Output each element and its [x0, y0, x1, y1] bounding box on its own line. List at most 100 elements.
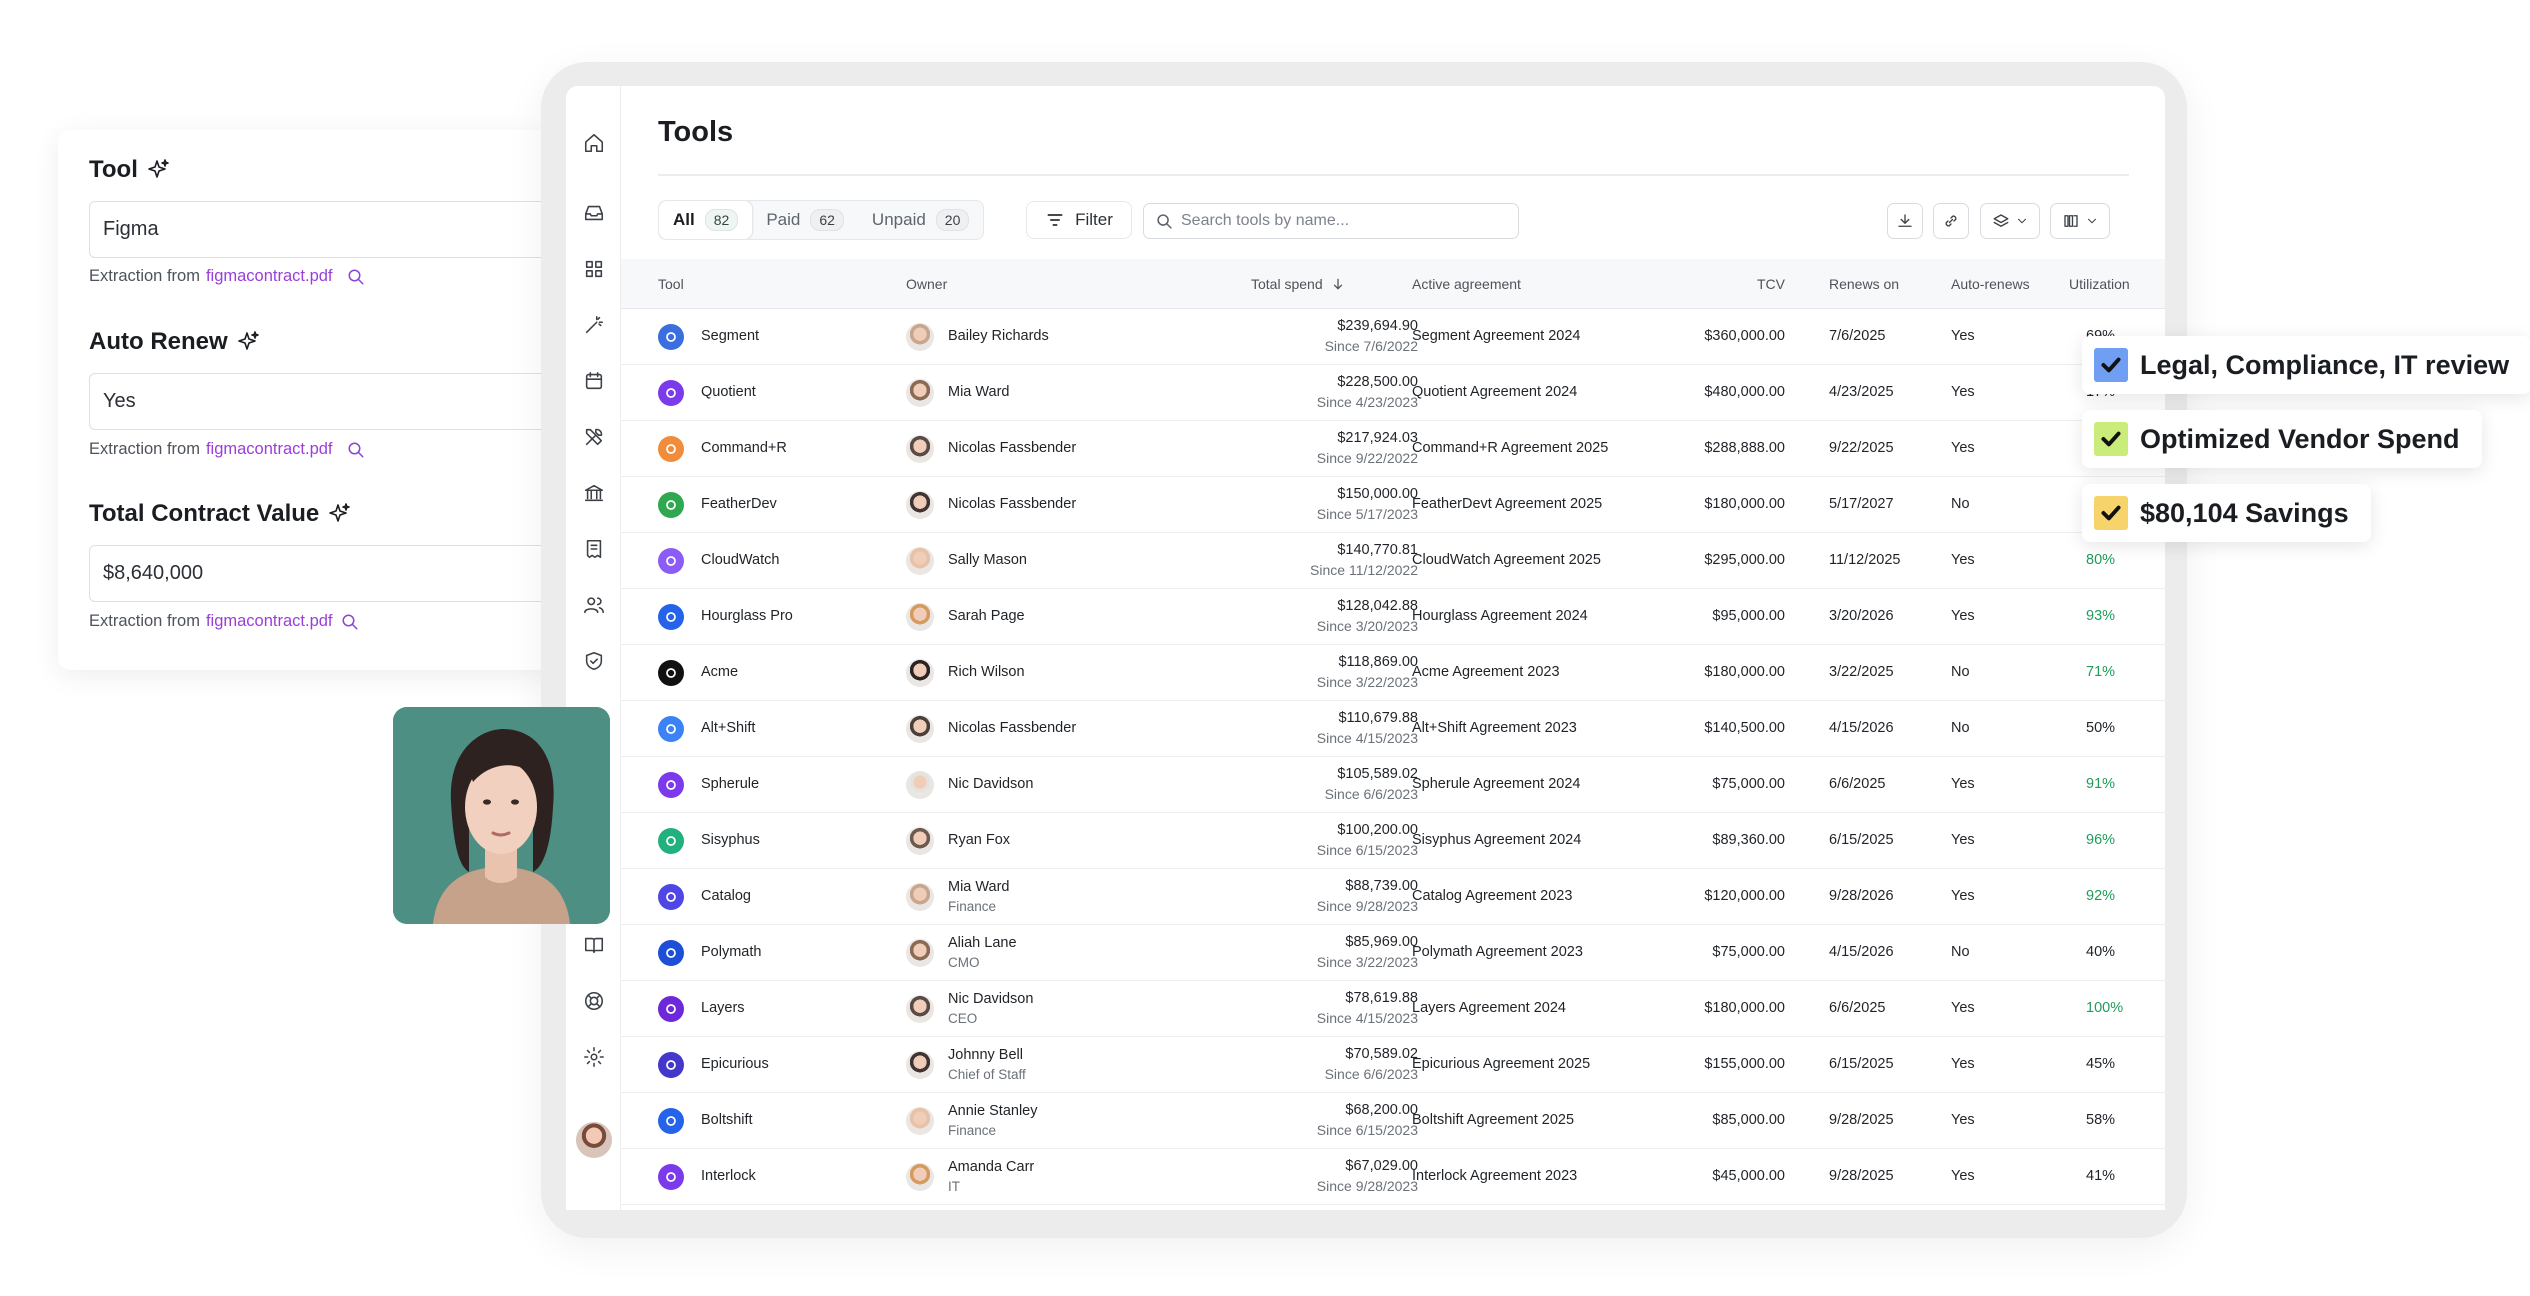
spend-since: Since 6/15/2023 [1316, 1122, 1418, 1138]
renews-on: 4/15/2026 [1829, 944, 1894, 960]
tool-name[interactable]: Command+R [701, 440, 787, 456]
tool-name[interactable]: Acme [701, 664, 738, 680]
table-row[interactable]: Quotient Mia Ward $228,500.00 Since 4/23/20… [621, 365, 2165, 421]
tab-paid[interactable]: Paid 62 [752, 201, 858, 239]
active-agreement[interactable]: Interlock Agreement 2023 [1412, 1168, 1577, 1184]
tab-count: 82 [704, 209, 739, 231]
source-file-link[interactable]: figmacontract.pdf [206, 440, 333, 459]
active-agreement[interactable]: Acme Agreement 2023 [1412, 664, 1560, 680]
active-agreement[interactable]: Sisyphus Agreement 2024 [1412, 832, 1581, 848]
owner-name: Rich Wilson [948, 664, 1025, 680]
search-input[interactable] [1181, 212, 1501, 230]
table-row[interactable]: Alt+Shift Nicolas Fassbender $110,679.88 Si… [621, 701, 2165, 757]
user-avatar[interactable] [576, 1122, 612, 1158]
column-renews-on[interactable]: Renews on [1829, 276, 1899, 292]
help-lifebuoy-icon[interactable] [577, 984, 611, 1018]
magnifier-icon[interactable] [347, 268, 365, 286]
column-active-agreement[interactable]: Active agreement [1412, 276, 1521, 292]
active-agreement[interactable]: Quotient Agreement 2024 [1412, 384, 1577, 400]
spend-since: Since 4/15/2023 [1316, 1010, 1418, 1026]
owner-avatar [906, 1051, 934, 1079]
tab-all[interactable]: All 82 [659, 201, 753, 239]
tools-icon[interactable] [577, 420, 611, 454]
column-owner[interactable]: Owner [906, 276, 947, 292]
filter-button[interactable]: Filter [1026, 201, 1132, 239]
book-icon[interactable] [577, 928, 611, 962]
grid-icon[interactable] [577, 252, 611, 286]
download-button[interactable] [1887, 203, 1923, 239]
auto-renews: Yes [1951, 1056, 1975, 1072]
columns-dropdown-button[interactable] [2050, 203, 2110, 239]
tool-name[interactable]: Boltshift [701, 1112, 753, 1128]
active-agreement[interactable]: Boltshift Agreement 2025 [1412, 1112, 1574, 1128]
active-agreement[interactable]: FeatherDevt Agreement 2025 [1412, 496, 1602, 512]
tool-name[interactable]: Segment [701, 328, 759, 344]
home-icon[interactable] [577, 126, 611, 160]
auto-renew-field-input[interactable]: Yes [89, 373, 549, 430]
tool-name[interactable]: Spherule [701, 776, 759, 792]
table-row[interactable]: Epicurious Johnny Bell Chief of Staff $70,5… [621, 1037, 2165, 1093]
table-row[interactable]: Boltshift Annie Stanley Finance $68,200.00 S… [621, 1093, 2165, 1149]
active-agreement[interactable]: Command+R Agreement 2025 [1412, 440, 1608, 456]
active-agreement[interactable]: Segment Agreement 2024 [1412, 328, 1580, 344]
tool-name[interactable]: Quotient [701, 384, 756, 400]
active-agreement[interactable]: Polymath Agreement 2023 [1412, 944, 1583, 960]
column-total-spend[interactable]: Total spend [1251, 276, 1345, 292]
source-file-link[interactable]: figmacontract.pdf [206, 267, 333, 286]
tool-name[interactable]: Epicurious [701, 1056, 769, 1072]
sparkle-icon [329, 503, 351, 522]
table-row[interactable]: FeatherDev Nicolas Fassbender $150,000.00 S… [621, 477, 2165, 533]
auto-renews: Yes [1951, 1112, 1975, 1128]
tool-field-input[interactable]: Figma [89, 201, 549, 258]
copy-link-button[interactable] [1933, 203, 1969, 239]
column-utilization[interactable]: Utilization [2069, 276, 2130, 292]
active-agreement[interactable]: Epicurious Agreement 2025 [1412, 1056, 1590, 1072]
table-row[interactable]: Segment Bailey Richards $239,694.90 Since 7… [621, 309, 2165, 365]
active-agreement[interactable]: Layers Agreement 2024 [1412, 1000, 1566, 1016]
table-row[interactable]: Layers Nic Davidson CEO $78,619.88 Since 4/1… [621, 981, 2165, 1037]
shield-check-icon[interactable] [577, 644, 611, 678]
tcv-value: $180,000.00 [1704, 1000, 1785, 1016]
active-agreement[interactable]: Catalog Agreement 2023 [1412, 888, 1572, 904]
active-agreement[interactable]: CloudWatch Agreement 2025 [1412, 552, 1601, 568]
table-row[interactable]: Catalog Mia Ward Finance $88,739.00 Since 9/… [621, 869, 2165, 925]
table-row[interactable]: CloudWatch Sally Mason $140,770.81 Since 11… [621, 533, 2165, 589]
magnifier-icon[interactable] [347, 441, 365, 459]
table-row[interactable]: Command+R Nicolas Fassbender $217,924.03 Si… [621, 421, 2165, 477]
column-auto-renews[interactable]: Auto-renews [1951, 276, 2030, 292]
tool-name[interactable]: Alt+Shift [701, 720, 755, 736]
owner-name: Nicolas Fassbender [948, 440, 1077, 456]
table-row[interactable]: Polymath Aliah Lane CMO $85,969.00 Since 3/2… [621, 925, 2165, 981]
active-agreement[interactable]: Alt+Shift Agreement 2023 [1412, 720, 1577, 736]
tool-name[interactable]: FeatherDev [701, 496, 777, 512]
magnifier-icon[interactable] [341, 613, 359, 631]
column-tool[interactable]: Tool [658, 276, 684, 292]
source-file-link[interactable]: figmacontract.pdf [206, 612, 333, 631]
table-row[interactable]: Spherule Nic Davidson $105,589.02 Since 6/6… [621, 757, 2165, 813]
table-row[interactable]: Acme Rich Wilson $118,869.00 Since 3/22/202… [621, 645, 2165, 701]
tool-name[interactable]: Interlock [701, 1168, 756, 1184]
layers-dropdown-button[interactable] [1980, 203, 2040, 239]
table-row[interactable]: Interlock Amanda Carr IT $67,029.00 Since 9/… [621, 1149, 2165, 1205]
table-row[interactable]: Sisyphus Ryan Fox $100,200.00 Since 6/15/20… [621, 813, 2165, 869]
bank-icon[interactable] [577, 476, 611, 510]
column-tcv[interactable]: TCV [1621, 276, 1785, 292]
tool-name[interactable]: Catalog [701, 888, 751, 904]
tool-logo-icon [658, 772, 684, 798]
users-icon[interactable] [577, 588, 611, 622]
tool-name[interactable]: Polymath [701, 944, 761, 960]
inbox-icon[interactable] [577, 196, 611, 230]
receipt-icon[interactable] [577, 532, 611, 566]
tool-name[interactable]: CloudWatch [701, 552, 779, 568]
active-agreement[interactable]: Spherule Agreement 2024 [1412, 776, 1581, 792]
active-agreement[interactable]: Hourglass Agreement 2024 [1412, 608, 1588, 624]
tool-name[interactable]: Sisyphus [701, 832, 760, 848]
tcv-field-input[interactable]: $8,640,000 [89, 545, 549, 602]
tool-name[interactable]: Layers [701, 1000, 745, 1016]
tab-unpaid[interactable]: Unpaid 20 [858, 201, 983, 239]
tool-name[interactable]: Hourglass Pro [701, 608, 793, 624]
magic-wand-icon[interactable] [577, 308, 611, 342]
calendar-icon[interactable] [577, 364, 611, 398]
gear-icon[interactable] [577, 1040, 611, 1074]
table-row[interactable]: Hourglass Pro Sarah Page $128,042.88 Since … [621, 589, 2165, 645]
